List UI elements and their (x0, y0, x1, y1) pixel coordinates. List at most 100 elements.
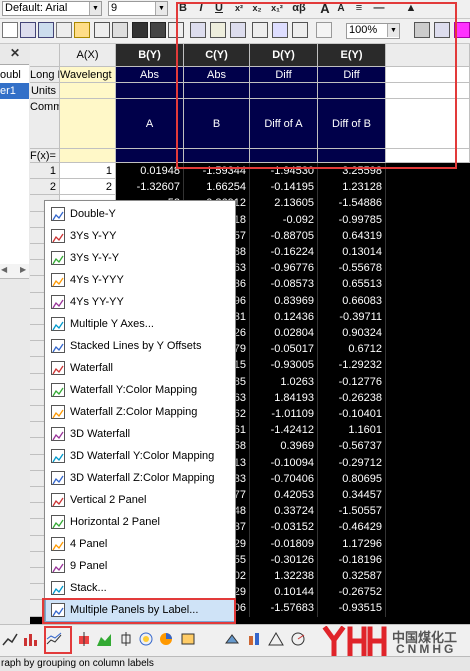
font-size-select[interactable]: 9 ▼ (108, 1, 168, 16)
comments-cell[interactable]: A (116, 99, 184, 149)
save-template-icon[interactable] (150, 22, 166, 38)
data-cell[interactable]: -0.88705 (250, 228, 318, 244)
data-cell[interactable]: 1.23128 (318, 179, 386, 195)
empty-cell[interactable] (386, 67, 470, 83)
units-cell[interactable] (116, 83, 184, 99)
fx-cell[interactable] (250, 149, 318, 163)
menu-item-stacked-lines-by-y-offsets[interactable]: Stacked Lines by Y Offsets (46, 335, 234, 357)
data-cell[interactable]: -0.29712 (318, 455, 386, 471)
template-icon[interactable] (180, 631, 196, 647)
column-header[interactable]: D(Y) (250, 44, 318, 67)
column-header[interactable]: C(Y) (184, 44, 250, 67)
menu-item-3ys-y-yy[interactable]: 3Ys Y-YY (46, 225, 234, 247)
data-cell[interactable]: 0.66083 (318, 293, 386, 309)
copy-page-icon[interactable] (434, 22, 450, 38)
data-cell[interactable]: 0.90324 (318, 325, 386, 341)
data-cell[interactable]: -0.03152 (250, 519, 318, 536)
row-header[interactable]: 2 (30, 179, 60, 195)
menu-item-3d-waterfall-y-color-mapping[interactable]: 3D Waterfall Y:Color Mapping (46, 445, 234, 467)
data-cell[interactable]: 0.3969 (250, 438, 318, 455)
greek-icon[interactable]: αβ (292, 1, 306, 16)
open-icon[interactable] (74, 22, 90, 38)
menu-item-multiple-panels-by-label[interactable]: Multiple Panels by Label... (45, 598, 235, 622)
column-plot-icon[interactable] (22, 631, 38, 647)
data-cell[interactable]: -0.14195 (250, 179, 318, 195)
column-header[interactable]: B(Y) (116, 44, 184, 67)
data-cell[interactable]: -0.18196 (318, 552, 386, 568)
layout-icon[interactable] (454, 22, 470, 38)
bold-icon[interactable]: B (176, 1, 190, 16)
comments-row-label[interactable]: Comments (30, 99, 60, 149)
column-header[interactable]: E(Y) (318, 44, 386, 67)
refresh-icon[interactable] (292, 22, 308, 38)
fx-row-label[interactable]: F(x)= (30, 149, 60, 163)
zoom-select[interactable]: 100% ▼ (346, 23, 400, 39)
data-cell[interactable]: -0.93515 (318, 600, 386, 617)
scroll-right-icon[interactable]: ▶ (20, 265, 26, 274)
long-name-row-label[interactable]: Long Name (30, 67, 60, 83)
line-style-icon[interactable]: — (372, 1, 386, 16)
chevron-down-icon[interactable]: ▼ (387, 24, 399, 37)
data-cell[interactable]: 1.32238 (250, 568, 318, 584)
fx-cell[interactable] (184, 149, 250, 163)
import-icon[interactable] (190, 22, 206, 38)
data-cell[interactable]: -1.50557 (318, 503, 386, 519)
box-chart-icon[interactable] (118, 631, 134, 647)
data-cell[interactable]: -0.46429 (318, 519, 386, 536)
chevron-down-icon[interactable]: ▼ (89, 2, 101, 15)
data-cell[interactable]: -1.01109 (250, 406, 318, 422)
data-cell[interactable]: 0.6712 (318, 341, 386, 357)
data-cell[interactable]: 2.13605 (250, 195, 318, 212)
data-cell[interactable]: 1.0263 (250, 374, 318, 390)
menu-item-3ys-y-y-y[interactable]: 3Ys Y-Y-Y (46, 247, 234, 269)
menu-item-horizontal-2-panel[interactable]: Horizontal 2 Panel (46, 511, 234, 533)
empty-cell[interactable] (386, 83, 470, 99)
data-cell[interactable]: -0.30126 (250, 552, 318, 568)
menu-item-3d-waterfall-z-color-mapping[interactable]: 3D Waterfall Z:Color Mapping (46, 467, 234, 489)
data-cell[interactable]: -0.56737 (318, 438, 386, 455)
data-cell[interactable]: 0.02804 (250, 325, 318, 341)
batch-plot-icon[interactable] (252, 22, 268, 38)
data-cell[interactable]: 0.32587 (318, 568, 386, 584)
data-cell[interactable]: -1.94530 (250, 163, 318, 179)
data-cell[interactable]: -0.55678 (318, 260, 386, 276)
long-name-cell[interactable]: Abs (184, 67, 250, 83)
menu-item-multiple-y-axes[interactable]: Multiple Y Axes... (46, 313, 234, 335)
new-graph-icon[interactable] (38, 22, 54, 38)
column-header[interactable]: A(X) (60, 44, 116, 67)
data-cell[interactable]: 0.65513 (318, 276, 386, 293)
menu-item-9-panel[interactable]: 9 Panel (46, 555, 234, 577)
data-cell[interactable]: -1.57683 (250, 600, 318, 617)
data-cell[interactable]: 0.10144 (250, 584, 318, 600)
subscript-icon[interactable]: x₂ (250, 1, 264, 16)
data-cell[interactable]: -0.12776 (318, 374, 386, 390)
data-cell[interactable]: -1.42412 (250, 422, 318, 438)
decrease-font-icon[interactable]: A (334, 1, 348, 16)
recalculate-icon[interactable] (230, 22, 246, 38)
data-cell[interactable]: -1.54886 (318, 195, 386, 212)
data-cell[interactable]: 2 (60, 179, 116, 195)
print-icon[interactable] (414, 22, 430, 38)
open-template-icon[interactable] (94, 22, 110, 38)
scroll-left-icon[interactable]: ◀ (1, 265, 7, 274)
open-excel-icon[interactable] (112, 22, 128, 38)
line-plot-icon[interactable] (2, 631, 18, 647)
data-cell[interactable]: -0.39711 (318, 309, 386, 325)
data-cell[interactable]: -0.10094 (250, 455, 318, 471)
data-cell[interactable]: 1 (60, 163, 116, 179)
long-name-cell[interactable]: Diff (318, 67, 386, 83)
grid-corner[interactable] (30, 44, 60, 67)
comments-cell[interactable]: Diff of A (250, 99, 318, 149)
data-cell[interactable]: -0.08573 (250, 276, 318, 293)
menu-item-waterfall-y-color-mapping[interactable]: Waterfall Y:Color Mapping (46, 379, 234, 401)
data-cell[interactable]: 0.12436 (250, 309, 318, 325)
horizontal-scrollbar[interactable]: ◀ ▶ (0, 264, 29, 279)
units-row-label[interactable]: Units (30, 83, 60, 99)
export-icon[interactable] (168, 22, 184, 38)
comments-cell[interactable]: B (184, 99, 250, 149)
new-worksheet-icon[interactable] (20, 22, 36, 38)
data-cell[interactable]: 1.66254 (184, 179, 250, 195)
data-cell[interactable]: -0.16224 (250, 244, 318, 260)
area-plot-icon[interactable] (96, 631, 112, 647)
menu-item-4ys-yy-yy[interactable]: 4Ys YY-YY (46, 291, 234, 313)
